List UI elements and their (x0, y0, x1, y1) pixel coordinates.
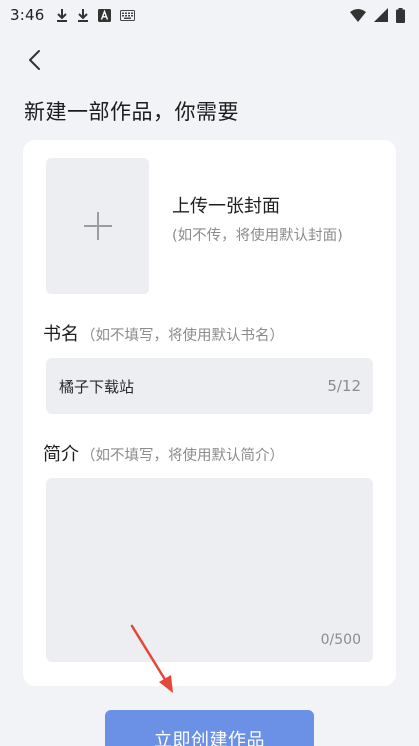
a-box-icon (98, 8, 112, 22)
cover-title: 上传一张封面 (172, 196, 280, 217)
create-work-button[interactable]: 立即创建作品 (105, 710, 314, 746)
book-name-hint: （如不填写，将使用默认书名） (81, 328, 284, 344)
intro-label: 简介 (43, 444, 79, 465)
back-button[interactable] (18, 44, 50, 76)
annotation-arrow (130, 624, 173, 693)
download-icon (78, 9, 89, 22)
battery-icon (396, 7, 405, 23)
book-name-counter: 5/12 (327, 377, 361, 395)
create-work-form: 上传一张封面 (如不传，将使用默认封面) 书名 （如不填写，将使用默认书名） 橘… (23, 140, 396, 686)
status-system-icons (350, 7, 405, 23)
chevron-left-icon (29, 50, 40, 70)
cover-hint: (如不传，将使用默认封面) (172, 228, 343, 244)
book-name-input[interactable]: 橘子下载站 5/12 (46, 358, 373, 414)
intro-textarea[interactable]: 0/500 (46, 478, 373, 662)
book-name-label-row: 书名 （如不填写，将使用默认书名） (43, 320, 284, 346)
book-name-label: 书名 (43, 324, 79, 345)
intro-label-row: 简介 （如不填写，将使用默认简介） (43, 440, 284, 466)
cover-upload-button[interactable] (46, 158, 149, 294)
signal-icon (374, 8, 388, 22)
keyboard-icon (120, 9, 136, 21)
intro-hint: （如不填写，将使用默认简介） (81, 448, 284, 464)
book-name-value: 橘子下载站 (59, 377, 135, 396)
page-title: 新建一部作品，你需要 (24, 100, 239, 124)
intro-counter: 0/500 (320, 632, 361, 648)
status-time: 3:46 (10, 6, 45, 24)
download-icon (57, 9, 68, 22)
status-notification-icons (56, 8, 136, 22)
plus-icon (83, 212, 112, 240)
wifi-icon (350, 8, 366, 22)
status-bar: 3:46 (0, 0, 419, 30)
